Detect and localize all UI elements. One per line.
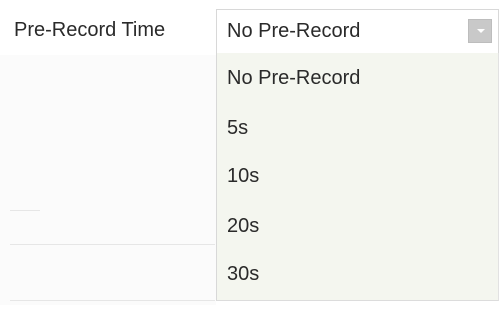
- pre-record-time-select[interactable]: No Pre-Record: [216, 9, 499, 53]
- option-10s[interactable]: 10s: [227, 161, 259, 191]
- chevron-down-icon[interactable]: [468, 19, 492, 43]
- pre-record-time-dropdown: No Pre-Record 5s 10s 20s 30s: [216, 53, 499, 301]
- option-5s[interactable]: 5s: [227, 113, 248, 143]
- option-20s[interactable]: 20s: [227, 211, 259, 241]
- option-no-pre-record[interactable]: No Pre-Record: [227, 63, 360, 93]
- option-30s[interactable]: 30s: [227, 259, 259, 289]
- select-current-value: No Pre-Record: [227, 20, 361, 42]
- pre-record-time-label: Pre-Record Time: [14, 19, 166, 41]
